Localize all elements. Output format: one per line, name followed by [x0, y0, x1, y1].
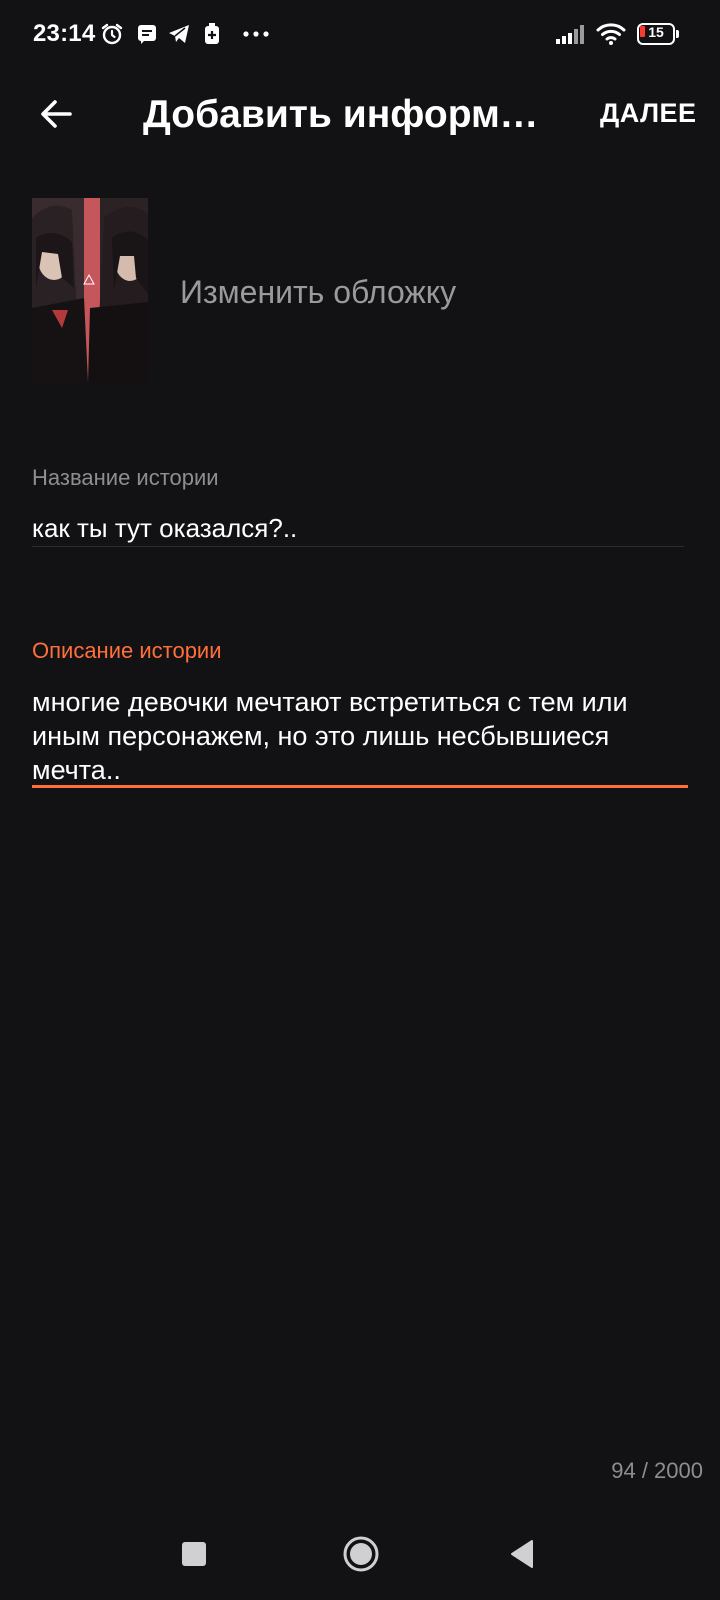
arrow-left-icon	[41, 100, 72, 128]
wifi-icon	[596, 21, 626, 47]
story-description-label: Описание истории	[32, 638, 222, 663]
next-button[interactable]: ДАЛЕЕ	[600, 98, 697, 129]
character-counter: 94 / 2000	[611, 1458, 703, 1483]
app-bar: Добавить информа… ДАЛЕЕ	[0, 78, 720, 150]
change-cover-label[interactable]: Изменить обложку	[180, 274, 456, 311]
cover-image[interactable]	[32, 198, 148, 382]
square-icon	[182, 1542, 206, 1566]
message-icon	[136, 21, 158, 47]
signal-icon	[555, 21, 587, 47]
more-notifications-icon	[242, 21, 270, 47]
story-description-underline	[32, 785, 688, 788]
back-nav-button[interactable]	[500, 1532, 544, 1576]
circle-icon	[343, 1536, 379, 1572]
home-button[interactable]	[339, 1532, 383, 1576]
status-bar: 23:14 15	[0, 0, 720, 70]
story-title-label: Название истории	[32, 465, 219, 490]
story-description-input[interactable]: многие девочки мечтают встретиться с тем…	[32, 685, 692, 787]
battery-icon: 15	[637, 23, 679, 45]
battery-saver-icon	[203, 21, 221, 47]
change-cover-row[interactable]: Изменить обложку	[32, 198, 692, 382]
triangle-back-icon	[511, 1540, 533, 1568]
story-title-underline	[32, 546, 684, 547]
recents-button[interactable]	[172, 1532, 216, 1576]
page-title: Добавить информа…	[143, 93, 553, 136]
navigation-bar	[0, 1500, 720, 1600]
telegram-icon	[167, 21, 191, 47]
back-button[interactable]	[28, 86, 84, 142]
status-time: 23:14	[33, 20, 96, 47]
battery-level: 15	[648, 24, 664, 40]
alarm-icon	[100, 21, 124, 47]
screen: 23:14 15 Добавить информа… ДАЛЕЕ Изменит…	[0, 0, 720, 1600]
story-title-input[interactable]: как ты тут оказался?..	[32, 512, 682, 545]
